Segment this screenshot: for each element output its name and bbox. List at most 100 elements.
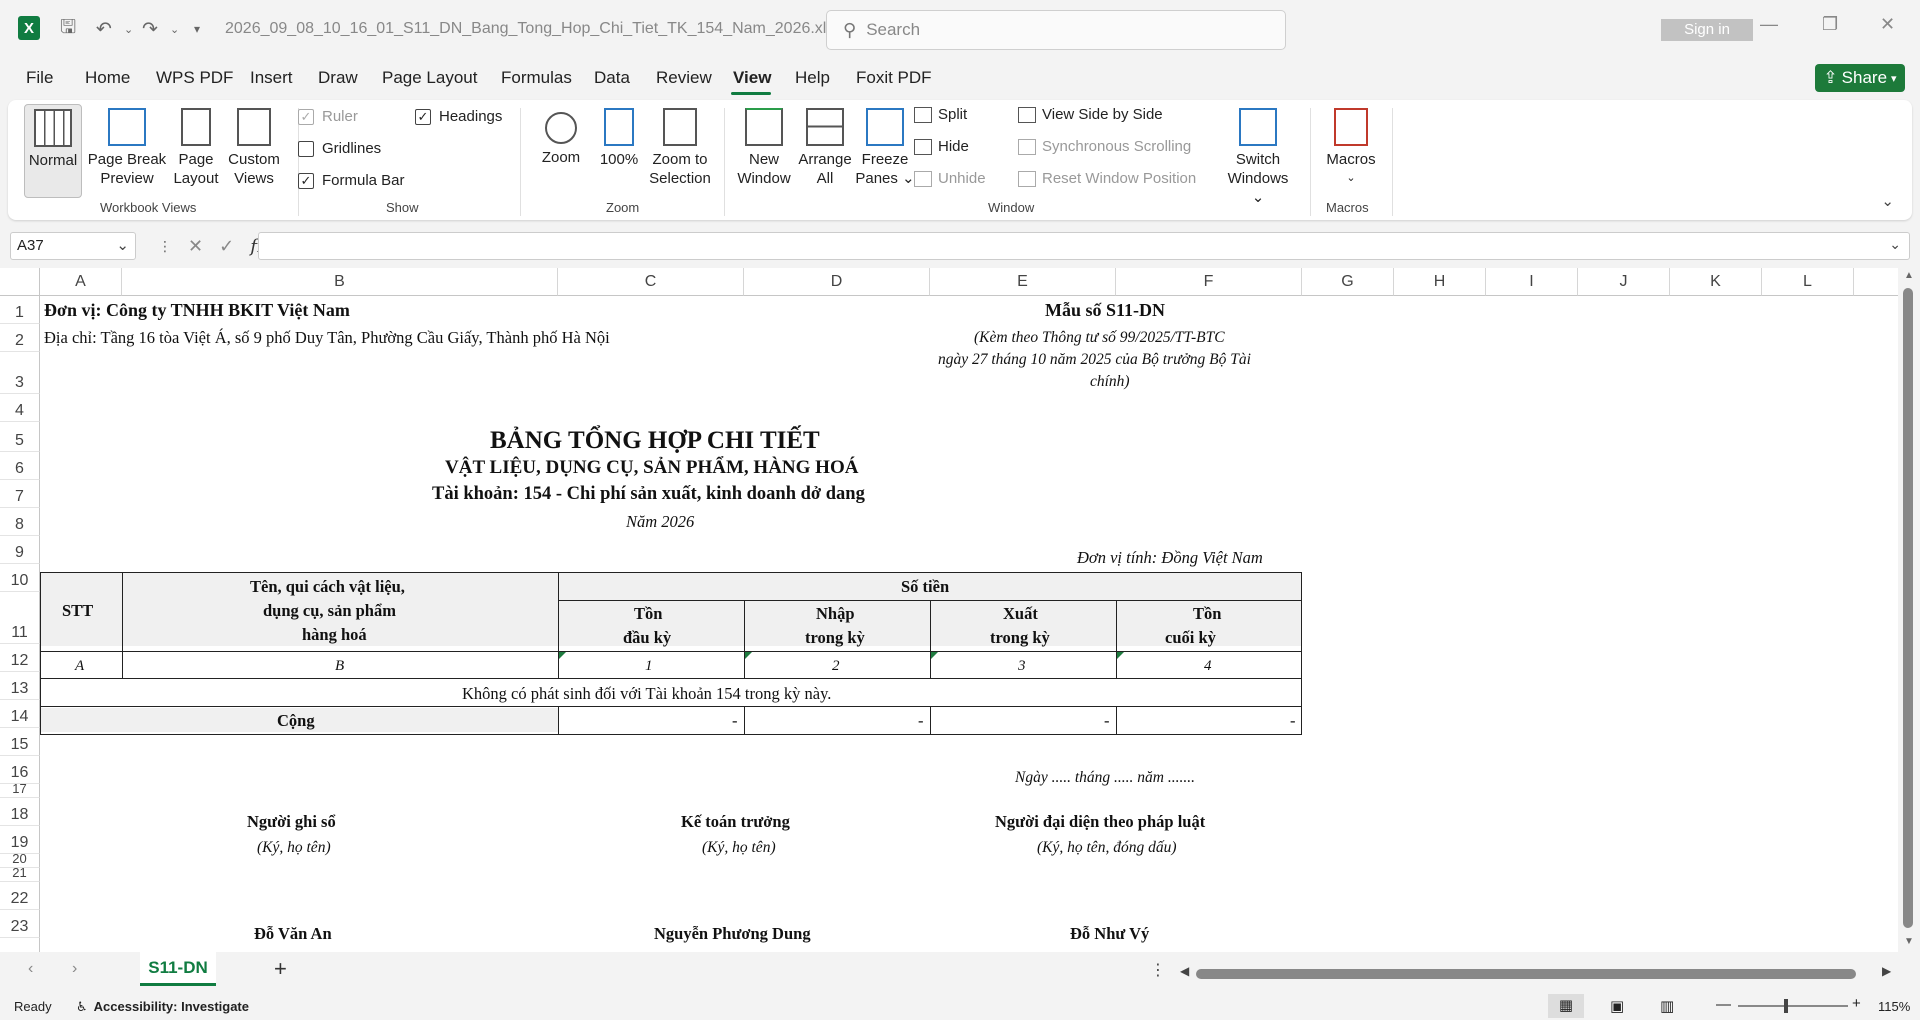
tab-foxit-pdf[interactable]: Foxit PDF xyxy=(856,68,932,88)
row-header[interactable]: 20 xyxy=(0,854,40,868)
chevron-down-icon[interactable]: ⌄ xyxy=(116,233,129,259)
column-header[interactable]: H xyxy=(1394,268,1486,296)
zoom-to-selection-button[interactable]: Zoom to Selection xyxy=(640,104,720,188)
gridlines-checkbox[interactable]: Gridlines xyxy=(298,140,381,157)
number-as-text-indicator[interactable] xyxy=(745,652,752,659)
zoom-level[interactable]: 115% xyxy=(1878,999,1910,1014)
search-box[interactable]: ⚲ Search xyxy=(826,10,1286,50)
normal-view-button[interactable]: Normal xyxy=(24,104,82,198)
tab-formulas[interactable]: Formulas xyxy=(501,68,572,88)
tab-view[interactable]: View xyxy=(733,68,771,88)
redo-icon[interactable]: ↷ xyxy=(142,17,158,41)
restore-icon[interactable]: ❐ xyxy=(1822,14,1838,35)
page-break-status-icon[interactable]: ▥ xyxy=(1660,997,1674,1015)
view-side-by-side-button[interactable]: View Side by Side xyxy=(1018,106,1163,123)
page-layout-view-button[interactable]: Page Layout xyxy=(170,104,222,188)
column-header[interactable]: A xyxy=(40,268,122,296)
row-header[interactable]: 23 xyxy=(0,910,40,938)
number-as-text-indicator[interactable] xyxy=(931,652,938,659)
tab-help[interactable]: Help xyxy=(795,68,830,88)
tab-data[interactable]: Data xyxy=(594,68,630,88)
unhide-button[interactable]: Unhide xyxy=(914,170,986,187)
scroll-up-icon[interactable]: ▲ xyxy=(1904,270,1914,281)
row-header[interactable]: 2 xyxy=(0,324,40,352)
close-icon[interactable]: ✕ xyxy=(1880,14,1895,35)
tab-review[interactable]: Review xyxy=(656,68,712,88)
column-header[interactable]: D xyxy=(744,268,930,296)
formula-input[interactable]: ⌄ xyxy=(258,232,1910,260)
normal-view-status-icon[interactable]: ▦ xyxy=(1548,994,1584,1018)
reset-window-position-button[interactable]: Reset Window Position xyxy=(1018,170,1196,187)
column-header[interactable]: B xyxy=(122,268,558,296)
zoom-out-icon[interactable]: — xyxy=(1716,996,1731,1013)
macros-button[interactable]: Macros ⌄ xyxy=(1320,104,1382,188)
enter-icon[interactable]: ✓ xyxy=(219,236,234,257)
column-header[interactable]: F xyxy=(1116,268,1302,296)
collapse-ribbon-icon[interactable]: ⌄ xyxy=(1881,192,1894,210)
scroll-right-icon[interactable]: ▶ xyxy=(1882,964,1891,978)
switch-windows-button[interactable]: Switch Windows ⌄ xyxy=(1220,104,1296,207)
zoom-button[interactable]: Zoom xyxy=(532,104,590,167)
column-header[interactable]: G xyxy=(1302,268,1394,296)
hide-button[interactable]: Hide xyxy=(914,138,969,155)
number-as-text-indicator[interactable] xyxy=(1117,652,1124,659)
add-sheet-icon[interactable]: + xyxy=(274,956,287,982)
worksheet[interactable]: A B C D E F G H I J K L 1 2 3 4 5 6 7 8 … xyxy=(0,268,1898,952)
cancel-icon[interactable]: ✕ xyxy=(188,236,203,257)
undo-icon[interactable]: ↶ xyxy=(96,17,112,41)
tab-page-layout[interactable]: Page Layout xyxy=(382,68,477,88)
undo-dropdown-icon[interactable]: ⌄ xyxy=(124,17,133,41)
row-header[interactable]: 4 xyxy=(0,394,40,422)
tab-home[interactable]: Home xyxy=(85,68,130,88)
arrange-all-button[interactable]: Arrange All xyxy=(794,104,856,188)
row-header[interactable] xyxy=(0,938,40,952)
split-button[interactable]: Split xyxy=(914,106,967,123)
row-header[interactable]: 9 xyxy=(0,536,40,564)
scroll-left-icon[interactable]: ◀ xyxy=(1180,964,1189,978)
scroll-down-icon[interactable]: ▼ xyxy=(1904,936,1914,947)
vertical-scroll-thumb[interactable] xyxy=(1903,288,1913,928)
tab-options-icon[interactable]: ⋮ xyxy=(1150,960,1166,980)
vertical-scrollbar[interactable]: ▲ ▼ xyxy=(1898,268,1920,952)
column-header[interactable]: K xyxy=(1670,268,1762,296)
row-header[interactable]: 1 xyxy=(0,296,40,324)
zoom-100-button[interactable]: 100% xyxy=(592,104,646,169)
tab-file[interactable]: File xyxy=(26,68,53,88)
custom-views-button[interactable]: Custom Views xyxy=(224,104,284,188)
expand-formula-bar-icon[interactable]: ⌄ xyxy=(1889,236,1901,253)
row-header[interactable]: 3 xyxy=(0,352,40,394)
share-button[interactable]: ⇪ Share ▾ xyxy=(1815,64,1905,92)
tab-wps-pdf[interactable]: WPS PDF xyxy=(156,68,233,88)
customize-toolbar-icon[interactable]: ▾ xyxy=(194,17,200,41)
row-header[interactable]: 8 xyxy=(0,508,40,536)
row-header[interactable]: 17 xyxy=(0,784,40,798)
freeze-panes-button[interactable]: Freeze Panes ⌄ xyxy=(854,104,916,188)
next-sheet-icon[interactable]: › xyxy=(72,960,77,978)
row-header[interactable]: 12 xyxy=(0,644,40,672)
column-header[interactable]: C xyxy=(558,268,744,296)
page-layout-status-icon[interactable]: ▣ xyxy=(1610,997,1624,1015)
save-icon[interactable]: 🖫 xyxy=(60,17,76,41)
accessibility-status[interactable]: ♿ Accessibility: Investigate xyxy=(76,999,249,1015)
row-header[interactable]: 10 xyxy=(0,564,40,592)
row-header[interactable]: 11 xyxy=(0,592,40,644)
row-header[interactable]: 6 xyxy=(0,452,40,480)
ruler-checkbox[interactable]: ✓ Ruler xyxy=(298,108,358,125)
number-as-text-indicator[interactable] xyxy=(559,652,566,659)
new-window-button[interactable]: New Window xyxy=(730,104,798,188)
row-header[interactable]: 16 xyxy=(0,756,40,784)
row-header[interactable]: 5 xyxy=(0,422,40,452)
row-header[interactable]: 21 xyxy=(0,868,40,882)
row-header[interactable]: 19 xyxy=(0,826,40,854)
row-header[interactable]: 13 xyxy=(0,672,40,700)
sheet-tab-s11-dn[interactable]: S11-DN xyxy=(140,952,216,986)
synchronous-scrolling-button[interactable]: Synchronous Scrolling xyxy=(1018,138,1191,155)
row-header[interactable]: 14 xyxy=(0,700,40,728)
column-header[interactable]: I xyxy=(1486,268,1578,296)
row-header[interactable]: 18 xyxy=(0,798,40,826)
headings-checkbox[interactable]: ✓ Headings xyxy=(415,108,502,125)
tab-insert[interactable]: Insert xyxy=(250,68,293,88)
name-box[interactable]: A37 ⌄ xyxy=(10,232,136,260)
formula-bar-checkbox[interactable]: ✓ Formula Bar xyxy=(298,172,405,189)
sign-in-button[interactable]: Sign in xyxy=(1661,19,1753,41)
